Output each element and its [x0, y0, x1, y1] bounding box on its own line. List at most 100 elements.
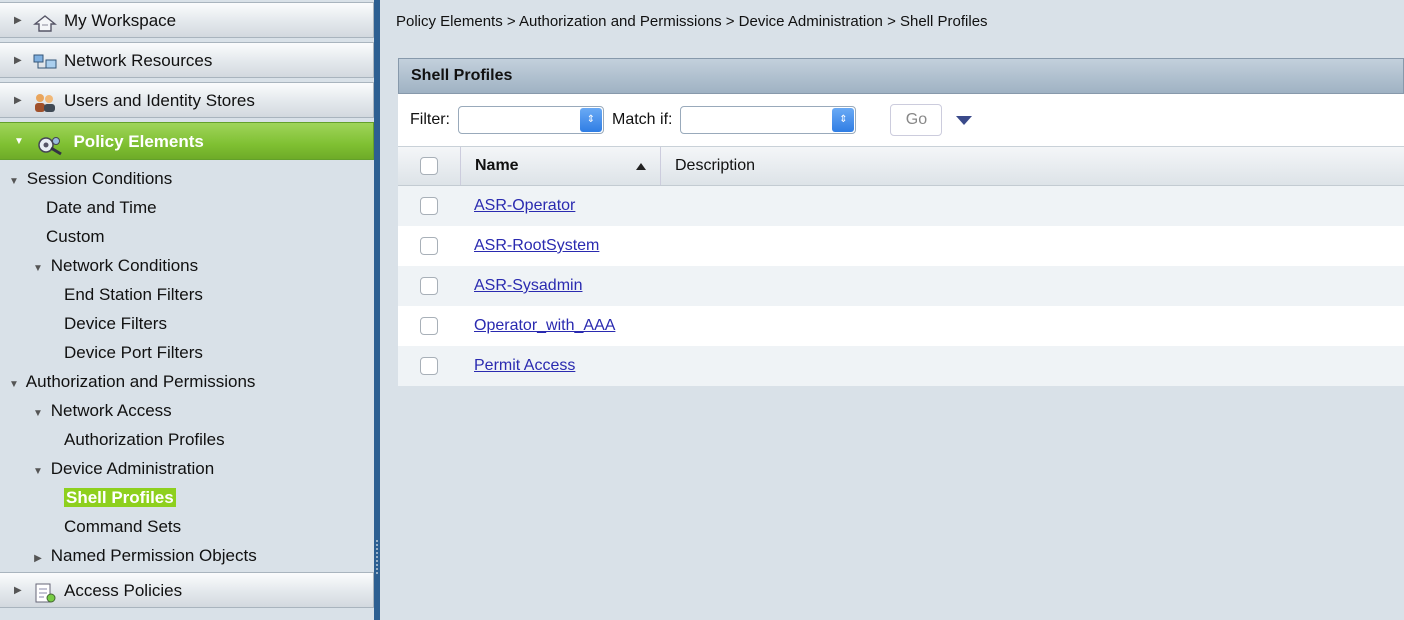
tree-item-command-sets[interactable]: Command Sets	[0, 512, 374, 541]
tree-item-label: Authorization and Permissions	[25, 372, 256, 391]
users-icon	[32, 91, 58, 113]
breadcrumb: Policy Elements > Authorization and Perm…	[396, 13, 988, 30]
shell-profile-link[interactable]: Permit Access	[474, 357, 575, 375]
tree-item-label: Session Conditions	[26, 169, 173, 188]
collapsed-arrow-icon[interactable]: ▶	[30, 544, 46, 573]
shell-profile-link[interactable]: ASR-Operator	[474, 197, 575, 215]
expanded-arrow-icon[interactable]: ▼	[30, 399, 46, 428]
row-checkbox-cell	[398, 346, 460, 386]
expanded-arrow-icon[interactable]: ▼	[30, 254, 46, 283]
filter-options-dropdown-icon[interactable]	[956, 115, 973, 125]
expanded-arrow-icon[interactable]: ▼	[30, 457, 46, 486]
tree-item-label: Device Port Filters	[64, 343, 203, 362]
tree-item-session-conditions[interactable]: ▼ Session Conditions	[0, 164, 374, 193]
row-checkbox-cell	[398, 186, 460, 226]
sidebar: ▶ My Workspace ▶ Network Resources ▶ Users an…	[0, 0, 375, 620]
select-arrows-icon: ⇕	[832, 108, 855, 132]
tree-item-named-permission-objects[interactable]: ▶ Named Permission Objects	[0, 541, 374, 570]
match-if-select[interactable]: ⇕	[680, 106, 857, 134]
table-row[interactable]: Operator_with_AAA	[398, 306, 1404, 346]
drawer-label: Network Resources	[64, 51, 213, 70]
row-checkbox[interactable]	[420, 317, 438, 335]
table-row[interactable]: ASR-Operator	[398, 186, 1404, 226]
collapsed-arrow-icon: ▶	[14, 15, 22, 26]
table-row[interactable]: ASR-Sysadmin	[398, 266, 1404, 306]
filter-bar: Filter: ⇕ Match if: ⇕ Go	[398, 94, 1404, 147]
drawer-my-workspace[interactable]: ▶ My Workspace	[0, 2, 374, 38]
tree-item-date-and-time[interactable]: Date and Time	[0, 193, 374, 222]
tree-item-label: Device Filters	[64, 314, 167, 333]
name-cell: ASR-Operator	[460, 186, 660, 226]
table-row[interactable]: ASR-RootSystem	[398, 226, 1404, 266]
sort-ascending-icon	[636, 162, 646, 170]
tree-item-device-port-filters[interactable]: Device Port Filters	[0, 338, 374, 367]
select-arrows-icon: ⇕	[580, 108, 602, 132]
collapsed-arrow-icon: ▶	[14, 55, 22, 66]
tree-item-label: End Station Filters	[64, 285, 203, 304]
filter-label: Filter:	[410, 111, 450, 128]
go-button[interactable]: Go	[890, 104, 943, 136]
tree-item-label: Named Permission Objects	[50, 546, 257, 565]
row-checkbox-cell	[398, 306, 460, 346]
row-checkbox[interactable]	[420, 237, 438, 255]
expanded-arrow-icon: ▼	[14, 136, 24, 147]
tree-item-label: Shell Profiles	[64, 488, 176, 507]
tree-item-authorization-profiles[interactable]: Authorization Profiles	[0, 425, 374, 454]
column-header-description[interactable]: Description	[661, 157, 755, 175]
table-row[interactable]: Permit Access	[398, 346, 1404, 386]
row-checkbox[interactable]	[420, 197, 438, 215]
shell-profiles-table: Name Description ASR-Operator ASR-RootSys…	[398, 147, 1404, 386]
panel-title: Shell Profiles	[398, 58, 1404, 94]
shell-profiles-panel: Shell Profiles Filter: ⇕ Match if: ⇕ Go	[398, 58, 1404, 620]
workspace-icon	[32, 11, 58, 33]
tree-item-label: Authorization Profiles	[64, 430, 225, 449]
shell-profile-link[interactable]: ASR-RootSystem	[474, 237, 599, 255]
tree-item-device-administration[interactable]: ▼ Device Administration	[0, 454, 374, 483]
header-checkbox-cell	[398, 147, 461, 185]
tree-item-network-conditions[interactable]: ▼ Network Conditions	[0, 251, 374, 280]
expanded-arrow-icon[interactable]: ▼	[6, 167, 22, 196]
row-checkbox[interactable]	[420, 277, 438, 295]
row-checkbox-cell	[398, 226, 460, 266]
shell-profile-link[interactable]: ASR-Sysadmin	[474, 277, 582, 295]
name-cell: Permit Access	[460, 346, 660, 386]
tree-item-label: Custom	[46, 227, 105, 246]
tree-item-label: Device Administration	[50, 459, 215, 478]
column-header-name[interactable]: Name	[461, 147, 661, 185]
drawer-network-resources[interactable]: ▶ Network Resources	[0, 42, 374, 78]
tree-item-authorization-and-permissions[interactable]: ▼ Authorization and Permissions	[0, 367, 374, 396]
drawer-label: My Workspace	[64, 11, 177, 30]
drawer-label: Policy Elements	[73, 132, 204, 151]
table-body: ASR-Operator ASR-RootSystem ASR-Sysadmin Op…	[398, 186, 1404, 386]
drawer-policy-elements[interactable]: ▼ Policy Elements	[0, 122, 374, 160]
name-cell: Operator_with_AAA	[460, 306, 660, 346]
expanded-arrow-icon[interactable]: ▼	[6, 370, 22, 399]
drawer-label: Users and Identity Stores	[64, 91, 255, 110]
tree-item-device-filters[interactable]: Device Filters	[0, 309, 374, 338]
collapsed-arrow-icon: ▶	[14, 95, 22, 106]
drawer-users-and-identity-stores[interactable]: ▶ Users and Identity Stores	[0, 82, 374, 118]
select-all-checkbox[interactable]	[420, 157, 438, 175]
name-cell: ASR-Sysadmin	[460, 266, 660, 306]
main-content: Policy Elements > Authorization and Perm…	[380, 0, 1404, 620]
drawer-label: Access Policies	[64, 581, 183, 600]
access-policies-icon	[32, 581, 58, 603]
column-name-label: Name	[475, 157, 519, 174]
tree-item-network-access[interactable]: ▼ Network Access	[0, 396, 374, 425]
tree-item-end-station-filters[interactable]: End Station Filters	[0, 280, 374, 309]
tree-item-label: Network Access	[50, 401, 172, 420]
shell-profile-link[interactable]: Operator_with_AAA	[474, 317, 615, 335]
tree-item-label: Date and Time	[46, 198, 157, 217]
name-cell: ASR-RootSystem	[460, 226, 660, 266]
tree-item-label: Network Conditions	[50, 256, 199, 275]
collapsed-arrow-icon: ▶	[14, 585, 22, 596]
row-checkbox[interactable]	[420, 357, 438, 375]
filter-select[interactable]: ⇕	[458, 106, 604, 134]
policy-elements-tree: ▼ Session Conditions Date and Time Custom ▼…	[0, 164, 374, 570]
network-resources-icon	[32, 51, 58, 73]
tree-item-shell-profiles[interactable]: Shell Profiles	[0, 483, 374, 512]
match-if-label: Match if:	[612, 111, 673, 128]
tree-item-custom[interactable]: Custom	[0, 222, 374, 251]
row-checkbox-cell	[398, 266, 460, 306]
drawer-access-policies[interactable]: ▶ Access Policies	[0, 572, 374, 608]
